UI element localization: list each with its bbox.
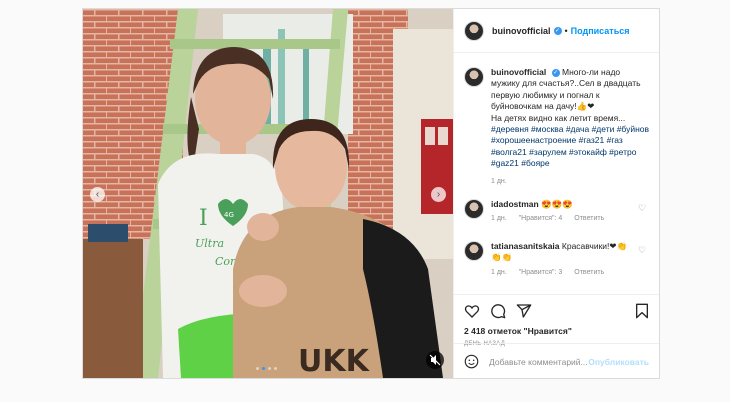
follow-button[interactable]: Подписаться [571, 26, 630, 36]
comment-age[interactable]: 1 дн. [491, 215, 507, 222]
post-sidebar: buinovofficial ✓ • Подписаться buinovoff… [453, 9, 659, 378]
caption-age[interactable]: 1 дн. [491, 176, 650, 187]
comment-item: tatianasanitskaia Красавчики!❤👏👏👏 1 дн. … [464, 241, 650, 276]
shirt-print-letter: I [199, 206, 208, 231]
publish-button[interactable]: Опубликовать [588, 357, 649, 367]
comments-list[interactable]: buinovofficial ✓ Много-ли надо мужику дл… [454, 53, 659, 293]
comment-input[interactable]: Добавьте комментарий... [489, 357, 588, 367]
caption-hashtags[interactable]: #деревня #москва #дача #дети #буйнов #хо… [491, 124, 649, 168]
carousel-dot [268, 367, 271, 370]
smiley-icon[interactable] [464, 354, 479, 369]
shirt-print-script: Ultra [195, 237, 224, 250]
add-comment-bar: Добавьте комментарий... Опубликовать [454, 343, 659, 379]
post-caption: buinovofficial ✓ Много-ли надо мужику дл… [464, 67, 650, 187]
comment-text: 😍😍😍 [541, 199, 573, 209]
verified-badge-icon: ✓ [553, 26, 562, 35]
caption-text-2: На детях видно как летит время... [491, 112, 626, 123]
sweater-print: UKK [298, 344, 371, 378]
avatar[interactable] [464, 67, 484, 87]
carousel-dot-active [262, 367, 265, 370]
caption-username[interactable]: buinovofficial [491, 67, 546, 77]
post-header: buinovofficial ✓ • Подписаться [454, 9, 659, 53]
carousel-dot [256, 367, 259, 370]
author-username[interactable]: buinovofficial [492, 26, 551, 36]
header-separator: • [564, 25, 568, 36]
comment-item: idadostman 😍😍😍 1 дн. "Нравится": 4 Ответ… [464, 199, 650, 222]
comment-likes[interactable]: "Нравится": 3 [519, 269, 563, 276]
carousel-prev-button[interactable]: ‹ [90, 187, 105, 202]
comment-age[interactable]: 1 дн. [491, 269, 507, 276]
bookmark-icon[interactable] [634, 303, 650, 319]
post-photo: I 4G Ultra Comfort UKK [83, 9, 453, 378]
carousel-next-button[interactable]: › [431, 187, 446, 202]
heart-icon[interactable] [464, 303, 480, 319]
carousel-dots [256, 367, 277, 370]
reply-button[interactable]: Ответить [574, 215, 604, 222]
carousel-dot [274, 367, 277, 370]
reply-button[interactable]: Ответить [574, 269, 604, 276]
instagram-post: I 4G Ultra Comfort UKK ‹ › [82, 8, 660, 379]
comment-likes[interactable]: "Нравится": 4 [519, 215, 563, 222]
speaker-muted-icon[interactable] [426, 351, 444, 369]
comment-username[interactable]: tatianasanitskaia [491, 241, 560, 251]
comment-like-heart-icon[interactable]: ♡ [638, 204, 646, 213]
avatar[interactable] [464, 241, 484, 261]
share-icon[interactable] [516, 303, 532, 319]
likes-count[interactable]: 2 418 отметок "Нравится" [464, 326, 572, 336]
verified-badge-icon: ✓ [551, 68, 560, 77]
comment-icon[interactable] [490, 303, 506, 319]
post-media[interactable]: I 4G Ultra Comfort UKK ‹ › [83, 9, 453, 378]
comment-like-heart-icon[interactable]: ♡ [638, 246, 646, 255]
comment-username[interactable]: idadostman [491, 199, 539, 209]
shirt-print-badge: 4G [224, 211, 234, 219]
avatar[interactable] [464, 20, 484, 41]
avatar[interactable] [464, 199, 484, 219]
